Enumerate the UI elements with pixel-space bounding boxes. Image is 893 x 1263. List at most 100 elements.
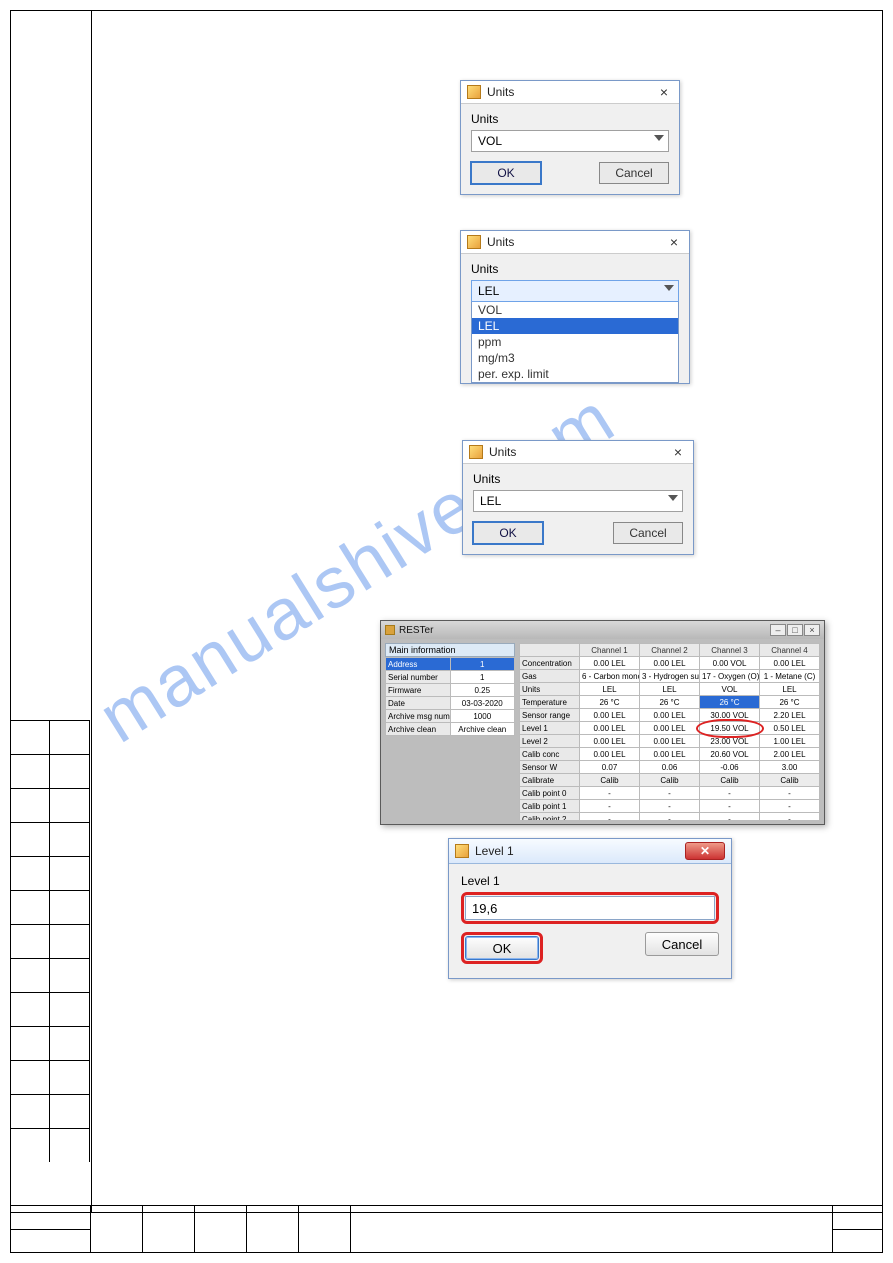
param-cell[interactable]: 1 - Metane (C) xyxy=(760,670,820,683)
param-cell[interactable]: 3 - Hydrogen sulfide (H xyxy=(640,670,700,683)
level1-input[interactable] xyxy=(465,896,715,920)
param-cell[interactable]: 0.00 LEL xyxy=(640,748,700,761)
param-row-label[interactable]: Temperature xyxy=(520,696,580,709)
info-row-label[interactable]: Serial number xyxy=(386,671,451,684)
close-icon[interactable]: × xyxy=(655,84,673,100)
param-cell[interactable]: 20.60 VOL xyxy=(700,748,760,761)
param-cell[interactable]: 0.00 LEL xyxy=(640,722,700,735)
param-cell[interactable]: 26 °C xyxy=(640,696,700,709)
combobox-option[interactable]: LEL xyxy=(472,318,678,334)
units-combobox[interactable]: LEL xyxy=(473,490,683,512)
param-cell[interactable]: 26 °C xyxy=(580,696,640,709)
param-cell[interactable]: 17 - Oxygen (O) xyxy=(700,670,760,683)
info-row-value[interactable]: 03-03-2020 xyxy=(450,697,515,710)
param-cell[interactable]: 26 °C xyxy=(760,696,820,709)
param-cell[interactable]: 0.00 LEL xyxy=(760,657,820,670)
maximize-button[interactable]: □ xyxy=(787,624,803,636)
param-cell[interactable]: LEL xyxy=(760,683,820,696)
cancel-button[interactable]: Cancel xyxy=(613,522,683,544)
minimize-button[interactable]: – xyxy=(770,624,786,636)
param-cell[interactable]: 6 - Carbon monoxide (C xyxy=(580,670,640,683)
units-combobox[interactable]: LEL xyxy=(471,280,679,302)
param-cell[interactable]: - xyxy=(580,787,640,800)
param-row-label[interactable]: Sensor range xyxy=(520,709,580,722)
combobox-option[interactable]: mg/m3 xyxy=(472,350,678,366)
combobox-dropdown[interactable]: VOLLELppmmg/m3per. exp. limit xyxy=(471,302,679,383)
param-cell[interactable]: 23.00 VOL xyxy=(700,735,760,748)
info-row-label[interactable]: Archive msg num xyxy=(386,710,451,723)
param-cell[interactable]: 26 °C xyxy=(700,696,760,709)
param-cell[interactable]: 0.00 LEL xyxy=(580,709,640,722)
info-row-value[interactable]: Archive clean xyxy=(450,723,515,736)
param-cell[interactable]: 19.50 VOL xyxy=(700,722,760,735)
close-icon[interactable]: × xyxy=(665,234,683,250)
info-row-label[interactable]: Archive clean xyxy=(386,723,451,736)
calibrate-button[interactable]: Calib xyxy=(580,774,640,787)
param-row-label[interactable]: Gas xyxy=(520,670,580,683)
param-cell[interactable]: - xyxy=(640,813,700,821)
param-cell[interactable]: 2.00 LEL xyxy=(760,748,820,761)
param-cell[interactable]: - xyxy=(640,787,700,800)
close-icon[interactable]: × xyxy=(669,444,687,460)
param-cell[interactable]: - xyxy=(760,813,820,821)
units-combobox[interactable]: VOL xyxy=(471,130,669,152)
info-row-label[interactable]: Date xyxy=(386,697,451,710)
param-cell[interactable]: 0.00 LEL xyxy=(580,657,640,670)
param-row-label[interactable]: Level 1 xyxy=(520,722,580,735)
param-cell[interactable]: 0.50 LEL xyxy=(760,722,820,735)
param-cell[interactable]: 0.00 LEL xyxy=(640,735,700,748)
param-cell[interactable]: 0.06 xyxy=(640,761,700,774)
calibrate-button[interactable]: Calib xyxy=(700,774,760,787)
combobox-option[interactable]: ppm xyxy=(472,334,678,350)
param-cell[interactable]: - xyxy=(640,800,700,813)
param-row-label[interactable]: Concentration xyxy=(520,657,580,670)
info-row-value[interactable]: 1000 xyxy=(450,710,515,723)
param-row-label[interactable]: Units xyxy=(520,683,580,696)
param-cell[interactable]: VOL xyxy=(700,683,760,696)
param-cell[interactable]: - xyxy=(700,787,760,800)
param-row-label[interactable]: Calib conc xyxy=(520,748,580,761)
info-row-value[interactable]: 0.25 xyxy=(450,684,515,697)
cancel-button[interactable]: Cancel xyxy=(645,932,719,956)
param-row-label[interactable]: Sensor W xyxy=(520,761,580,774)
cancel-button[interactable]: Cancel xyxy=(599,162,669,184)
param-row-label[interactable]: Calibrate xyxy=(520,774,580,787)
combobox-option[interactable]: VOL xyxy=(472,302,678,318)
ok-button[interactable]: OK xyxy=(471,162,541,184)
param-cell[interactable]: -0.06 xyxy=(700,761,760,774)
param-row-label[interactable]: Level 2 xyxy=(520,735,580,748)
param-row-label[interactable]: Calib point 0 xyxy=(520,787,580,800)
param-cell[interactable]: LEL xyxy=(580,683,640,696)
info-row-value[interactable]: 1 xyxy=(450,671,515,684)
param-row-label[interactable]: Calib point 1 xyxy=(520,800,580,813)
param-cell[interactable]: - xyxy=(580,813,640,821)
calibrate-button[interactable]: Calib xyxy=(760,774,820,787)
calibrate-button[interactable]: Calib xyxy=(640,774,700,787)
param-cell[interactable]: LEL xyxy=(640,683,700,696)
param-cell[interactable]: - xyxy=(700,800,760,813)
param-cell[interactable]: 0.00 LEL xyxy=(640,709,700,722)
param-cell[interactable]: 0.00 LEL xyxy=(580,735,640,748)
param-cell[interactable]: 0.00 LEL xyxy=(640,657,700,670)
param-cell[interactable]: 2.20 LEL xyxy=(760,709,820,722)
param-cell[interactable]: 0.00 LEL xyxy=(580,748,640,761)
ok-button[interactable]: OK xyxy=(465,936,539,960)
param-row-label[interactable]: Calib point 2 xyxy=(520,813,580,821)
param-cell[interactable]: 0.00 VOL xyxy=(700,657,760,670)
param-cell[interactable]: - xyxy=(760,800,820,813)
ok-button[interactable]: OK xyxy=(473,522,543,544)
param-cell[interactable]: 0.07 xyxy=(580,761,640,774)
param-cell[interactable]: - xyxy=(580,800,640,813)
param-cell[interactable]: - xyxy=(760,787,820,800)
info-row-label[interactable]: Firmware xyxy=(386,684,451,697)
close-button[interactable]: ✕ xyxy=(685,842,725,860)
param-cell[interactable]: 3.00 xyxy=(760,761,820,774)
param-cell[interactable]: 30.00 VOL xyxy=(700,709,760,722)
info-row-value[interactable]: 1 xyxy=(450,658,515,671)
info-row-label[interactable]: Address xyxy=(386,658,451,671)
param-cell[interactable]: 0.00 LEL xyxy=(580,722,640,735)
param-cell[interactable]: 1.00 LEL xyxy=(760,735,820,748)
param-cell[interactable]: - xyxy=(700,813,760,821)
combobox-option[interactable]: per. exp. limit xyxy=(472,366,678,382)
close-button[interactable]: × xyxy=(804,624,820,636)
